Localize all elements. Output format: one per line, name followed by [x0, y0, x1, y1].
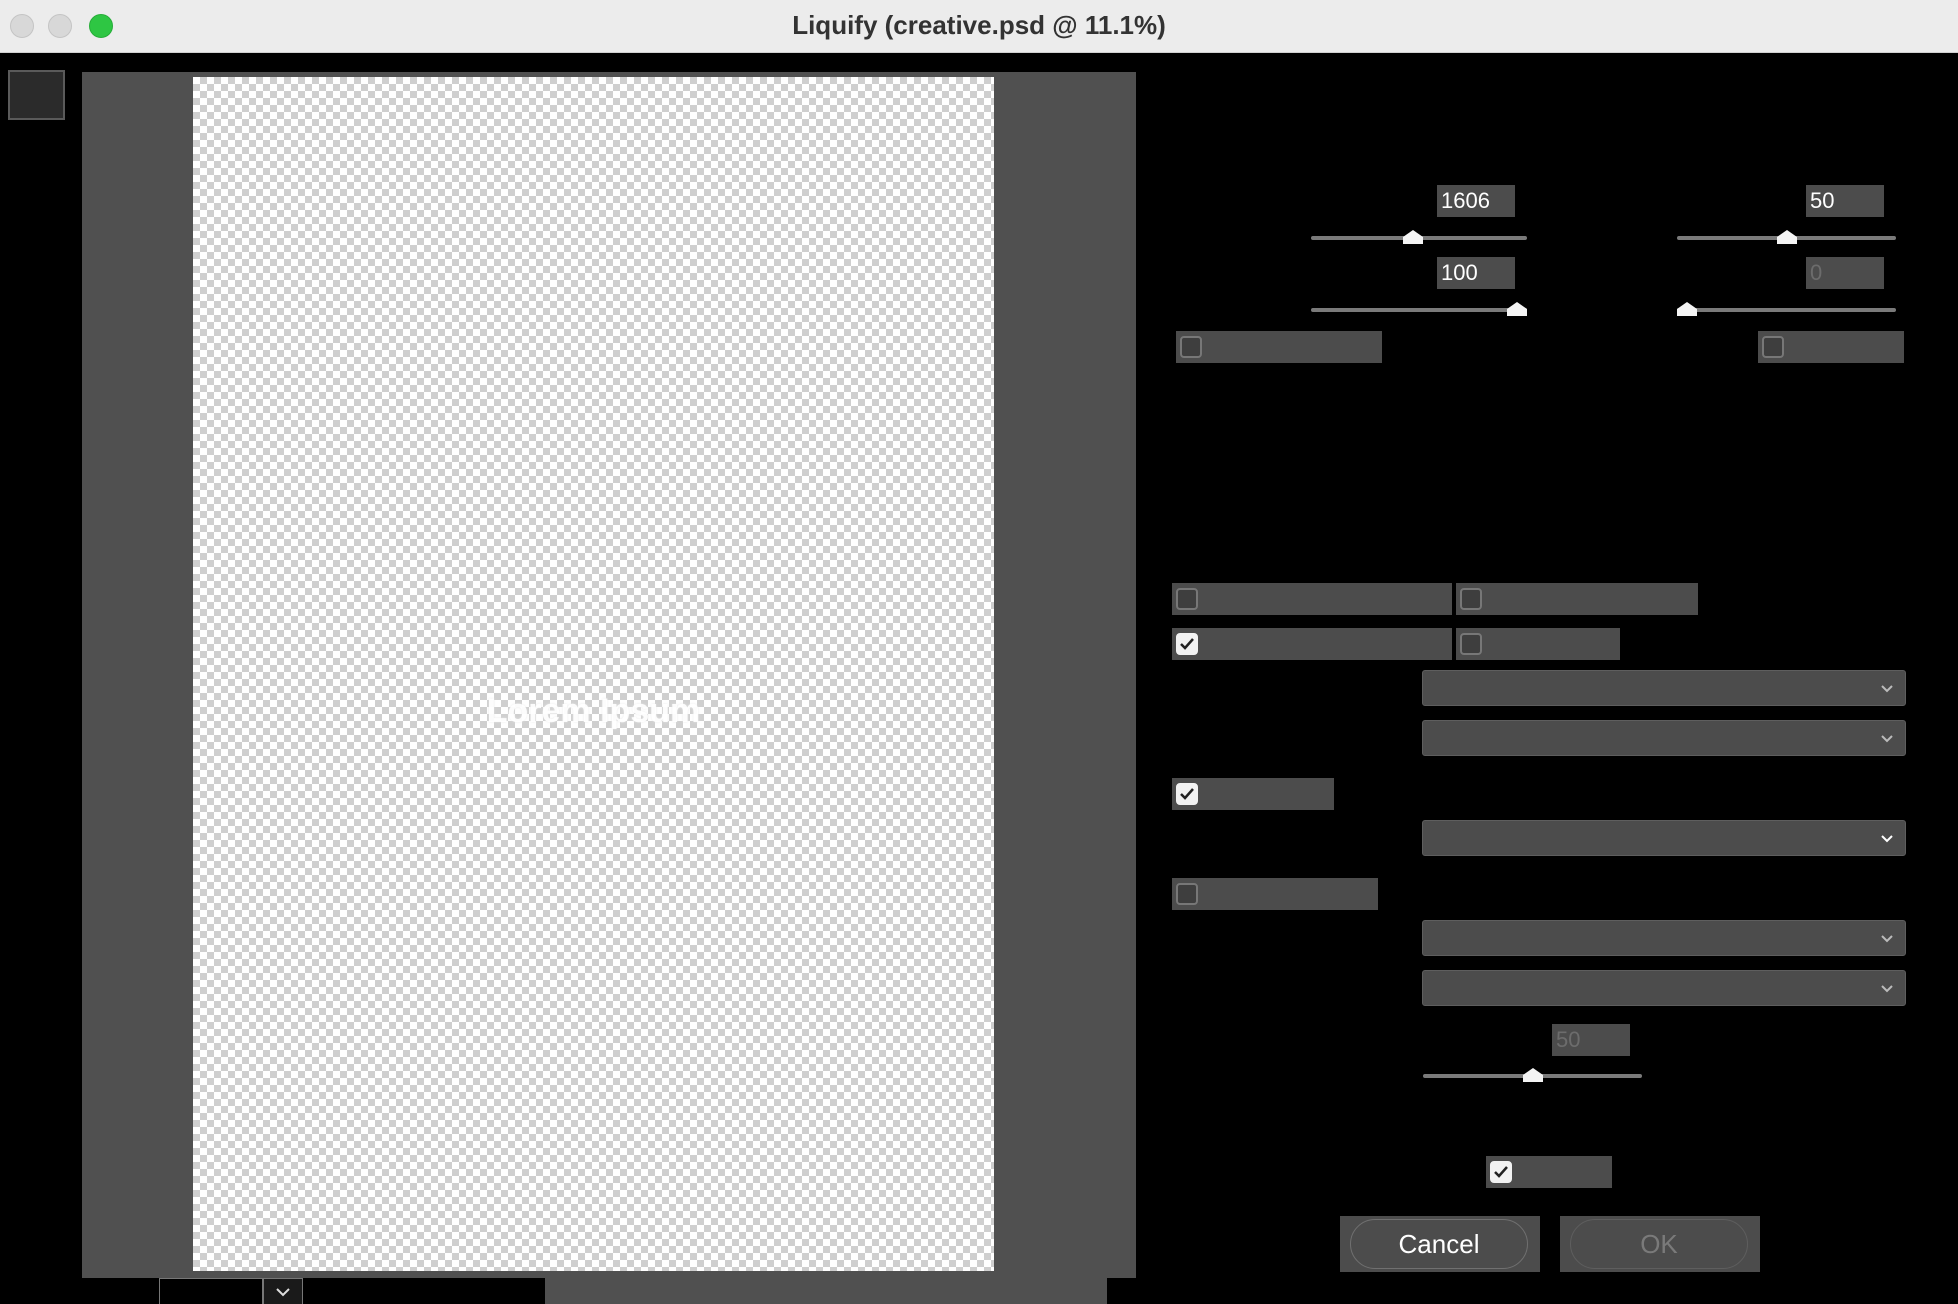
ok-button-frame: OK: [1560, 1216, 1760, 1272]
canvas-text: Lorem Ipsum: [486, 692, 701, 730]
option-row[interactable]: [1172, 583, 1452, 615]
chevron-down-icon: [1881, 835, 1893, 843]
option-row[interactable]: [1176, 331, 1382, 363]
chevron-down-icon: [1881, 685, 1893, 693]
ok-button[interactable]: OK: [1570, 1219, 1748, 1269]
brush-density-input[interactable]: 50: [1806, 185, 1884, 217]
slider-thumb[interactable]: [1776, 230, 1797, 244]
zoom-field[interactable]: [159, 1278, 263, 1304]
slider-thumb[interactable]: [1522, 1068, 1543, 1082]
checkbox[interactable]: [1460, 633, 1482, 655]
option-row[interactable]: [1172, 628, 1452, 660]
checkmark-icon: [1180, 638, 1194, 650]
mask-opacity-input[interactable]: 50: [1552, 1024, 1630, 1056]
checkmark-icon: [1180, 788, 1194, 800]
cancel-button[interactable]: Cancel: [1350, 1219, 1528, 1269]
checkbox[interactable]: [1176, 588, 1198, 610]
window-title: Liquify (creative.psd @ 11.1%): [792, 10, 1166, 40]
option-row[interactable]: [1172, 878, 1378, 910]
checkbox[interactable]: [1460, 588, 1482, 610]
brush-pressure-slider[interactable]: [1311, 308, 1527, 312]
brush-size-input[interactable]: 1606: [1437, 185, 1515, 217]
brush-rate-input[interactable]: 0: [1806, 257, 1884, 289]
dropdown[interactable]: [1422, 970, 1906, 1006]
chevron-down-icon: [1881, 935, 1893, 943]
zoom-dropdown-button[interactable]: [263, 1278, 303, 1304]
option-row[interactable]: [1172, 778, 1334, 810]
brush-pressure-input[interactable]: 100: [1437, 257, 1515, 289]
tool-swatch[interactable]: [8, 70, 65, 120]
checkbox[interactable]: [1762, 336, 1784, 358]
checkbox[interactable]: [1176, 633, 1198, 655]
status-strip: [545, 1278, 1107, 1304]
slider-thumb[interactable]: [1677, 302, 1697, 316]
dropdown[interactable]: [1422, 670, 1906, 706]
slider-thumb[interactable]: [1403, 230, 1424, 244]
chevron-down-icon: [1881, 985, 1893, 993]
slider-thumb[interactable]: [1507, 302, 1527, 316]
dropdown[interactable]: [1422, 720, 1906, 756]
chevron-down-icon: [1881, 735, 1893, 743]
option-row[interactable]: [1456, 583, 1698, 615]
document-canvas[interactable]: [193, 77, 994, 1271]
chevron-down-icon: [276, 1287, 290, 1296]
preview-option-row[interactable]: [1486, 1156, 1612, 1188]
cancel-button-frame: Cancel: [1340, 1216, 1540, 1272]
checkbox[interactable]: [1176, 883, 1198, 905]
checkbox[interactable]: [1180, 336, 1202, 358]
option-row[interactable]: [1456, 628, 1620, 660]
preview-checkbox[interactable]: [1490, 1161, 1512, 1183]
dropdown[interactable]: [1422, 920, 1906, 956]
option-row[interactable]: [1758, 331, 1904, 363]
dropdown[interactable]: [1422, 820, 1906, 856]
checkmark-icon: [1494, 1166, 1508, 1178]
brush-rate-slider[interactable]: [1677, 308, 1896, 312]
checkbox[interactable]: [1176, 783, 1198, 805]
